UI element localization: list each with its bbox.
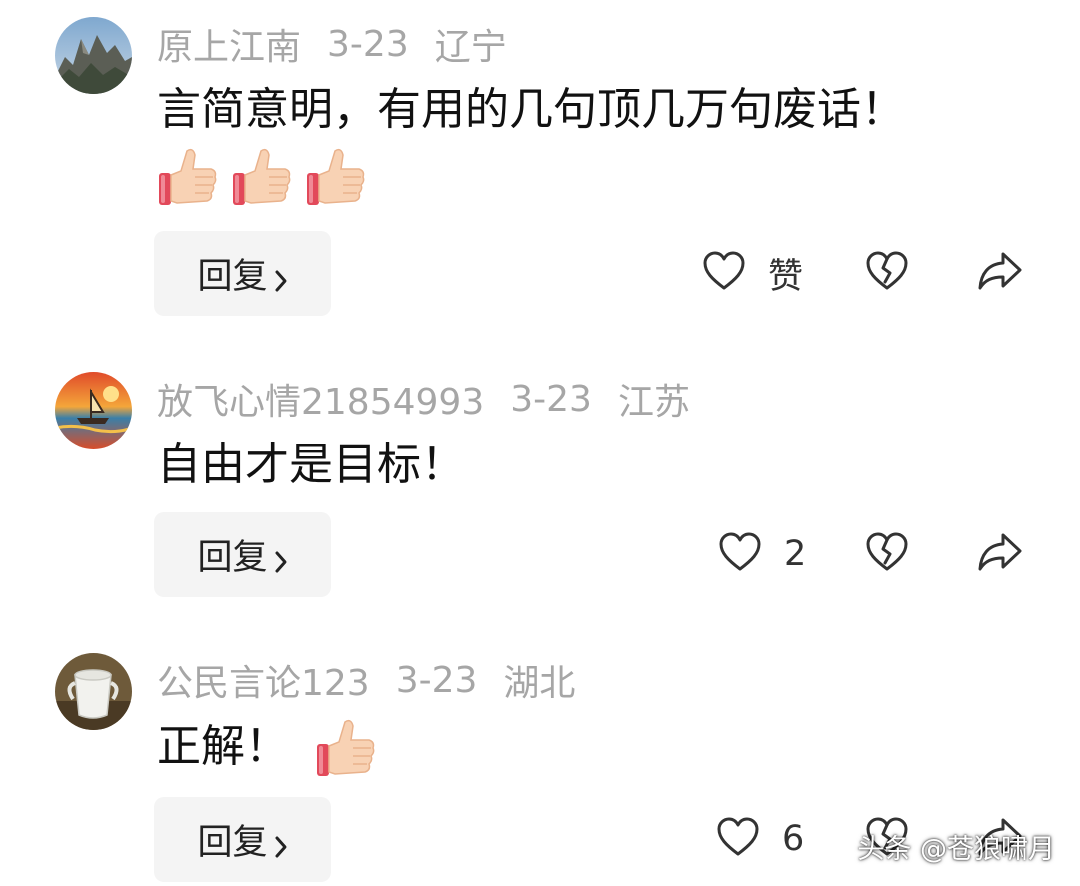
chevron-right-icon	[274, 828, 288, 857]
thumbs-up-emoji	[157, 145, 219, 207]
comment-date: 3-23	[510, 378, 592, 420]
username[interactable]: 原上江南	[157, 18, 301, 70]
comment-date: 3-23	[327, 23, 409, 65]
like-heart-icon	[702, 251, 746, 295]
emoji-row	[157, 145, 367, 207]
comment-text: 正解！	[157, 721, 289, 772]
like-button[interactable]: 6	[716, 814, 804, 864]
user-avatar[interactable]	[55, 372, 132, 449]
comment-text: 言简意明，有用的几句顶几万句废话！	[157, 84, 905, 135]
comment-meta: 放飞心情21854993 3-23 江苏	[157, 374, 690, 424]
chevron-right-icon	[274, 262, 288, 291]
comment-item-1: 原上江南 3-23 辽宁 言简意明，有用的几句顶几万句废话！ 回复 赞	[0, 0, 1080, 330]
username[interactable]: 放飞心情21854993	[157, 373, 484, 425]
thumbs-up-emoji	[231, 145, 293, 207]
comment-location: 辽宁	[434, 27, 507, 68]
thumbs-up-emoji	[305, 145, 367, 207]
dislike-button[interactable]	[865, 529, 909, 579]
comment-text: 自由才是目标！	[157, 439, 465, 490]
like-heart-icon	[716, 817, 760, 861]
comment-meta: 原上江南 3-23 辽宁	[157, 19, 507, 69]
comment-date: 3-23	[395, 659, 478, 701]
comment-location: 湖北	[503, 663, 576, 704]
comment-body: 正解！	[157, 716, 377, 778]
like-count: 6	[782, 819, 805, 859]
user-avatar[interactable]	[55, 17, 132, 94]
reply-label: 回复	[197, 823, 268, 863]
comment-location: 江苏	[617, 382, 690, 423]
reply-button[interactable]: 回复	[154, 512, 331, 597]
reply-button[interactable]: 回复	[154, 797, 331, 882]
thumbs-up-emoji	[315, 716, 377, 778]
dislike-broken-heart-icon	[865, 532, 909, 576]
share-arrow-icon	[977, 250, 1023, 296]
user-avatar[interactable]	[55, 653, 132, 730]
reply-label: 回复	[197, 538, 268, 578]
reply-button[interactable]: 回复	[154, 231, 331, 316]
like-count: 2	[784, 534, 807, 574]
reply-label: 回复	[197, 257, 268, 297]
share-button[interactable]	[977, 529, 1023, 579]
dislike-button[interactable]	[865, 248, 909, 298]
watermark: 头条 @苍狼啸月	[857, 834, 1055, 865]
username[interactable]: 公民言论123	[157, 654, 370, 706]
dislike-broken-heart-icon	[865, 251, 909, 295]
comment-item-2: 放飞心情21854993 3-23 江苏 自由才是目标！ 回复 2	[0, 355, 1080, 615]
chevron-right-icon	[274, 543, 288, 572]
like-heart-icon	[718, 532, 762, 576]
like-label: 赞	[768, 256, 804, 297]
comment-meta: 公民言论123 3-23 湖北	[157, 655, 575, 705]
share-arrow-icon	[977, 531, 1023, 577]
share-button[interactable]	[977, 248, 1023, 298]
like-button[interactable]: 2	[718, 529, 806, 579]
like-button[interactable]: 赞	[702, 248, 803, 298]
